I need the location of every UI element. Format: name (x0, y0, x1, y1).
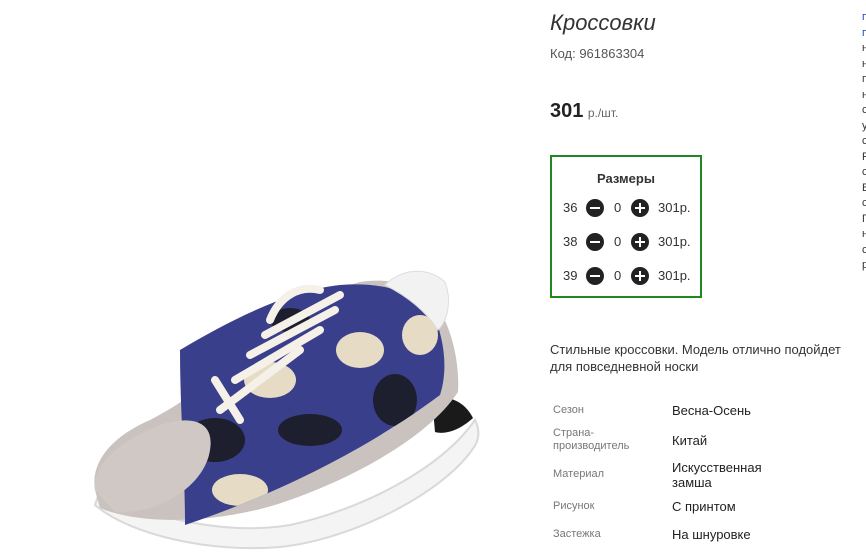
side-letter: н (862, 228, 866, 240)
size-value: 36 (563, 200, 578, 215)
side-letter: н (862, 57, 866, 70)
side-letter: П (862, 212, 866, 225)
plus-circle-icon[interactable] (631, 267, 649, 285)
quantity-value: 0 (614, 200, 622, 215)
price: 301 р./шт. (550, 100, 618, 123)
side-letter: с (862, 104, 866, 116)
cropped-side-text: ппннпнсусРсБсПнср (862, 10, 866, 274)
spec-value-country: Китай (672, 433, 708, 448)
spec-label-material: Материал (553, 468, 604, 480)
price-value: 301 (550, 100, 584, 122)
product-image (93, 270, 480, 550)
size-price: 301р. (658, 234, 691, 249)
plus-circle-icon[interactable] (631, 199, 649, 217)
product-code: Код: 961863304 (550, 46, 645, 61)
side-letter: п (862, 11, 866, 23)
price-unit: р./шт. (587, 106, 619, 120)
spec-label-fastener: Застежка (553, 528, 601, 540)
size-row: 36 0 301р. (552, 198, 700, 218)
minus-circle-icon[interactable] (586, 233, 604, 251)
size-value: 38 (563, 234, 578, 249)
minus-circle-icon[interactable] (586, 199, 604, 217)
product-title: Кроссовки (550, 10, 656, 35)
plus-circle-icon[interactable] (631, 233, 649, 251)
spec-value-season: Весна-Осень (672, 403, 751, 418)
side-letter: с (862, 243, 866, 256)
quantity-value: 0 (614, 234, 622, 249)
size-row: 39 0 301р. (552, 266, 700, 286)
side-letter: н (862, 88, 866, 101)
sizes-title: Размеры (597, 171, 655, 186)
side-letter: с (862, 197, 866, 209)
sizes-panel: Размеры 36 0 301р. 38 0 301р. 39 0 301р. (550, 155, 702, 298)
quantity-value: 0 (614, 268, 622, 283)
size-row: 38 0 301р. (552, 232, 700, 252)
side-letter: с (862, 166, 866, 178)
description-line: для повседневной носки (550, 359, 699, 374)
side-letter: р (862, 259, 866, 271)
spec-label-season: Сезон (553, 404, 584, 416)
size-price: 301р. (658, 200, 691, 215)
minus-circle-icon[interactable] (586, 267, 604, 285)
side-letter: у (862, 119, 866, 132)
spec-value-material: Искусственная замша (672, 460, 762, 490)
size-value: 39 (563, 268, 578, 283)
side-letter: н (862, 42, 866, 54)
product-description: Стильные кроссовки. Модель отлично подой… (550, 341, 866, 375)
spec-label-pattern: Рисунок (553, 500, 595, 512)
description-line: Стильные кроссовки. Модель отлично подой… (550, 342, 841, 357)
side-letter: с (862, 135, 866, 147)
side-letter: Б (862, 181, 866, 194)
size-price: 301р. (658, 268, 691, 283)
spec-value-fastener: На шнуровке (672, 527, 751, 542)
spec-value-pattern: С принтом (672, 499, 736, 514)
side-letter: Р (862, 150, 866, 163)
side-letter: п (862, 26, 866, 39)
spec-label-country: Страна-производитель (553, 427, 630, 452)
side-letter: п (862, 73, 866, 85)
